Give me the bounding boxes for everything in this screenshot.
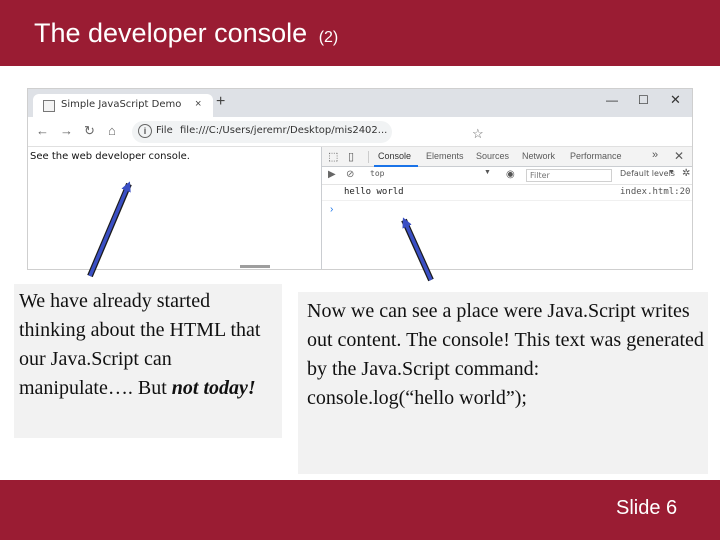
callout-right-body: Now we can see a place were Java.Script …: [307, 300, 704, 380]
callout-right: Now we can see a place were Java.Script …: [298, 292, 708, 474]
footer-bar: Slide 6: [0, 480, 720, 540]
callout-left-text: We have already started thinking about t…: [19, 287, 281, 403]
callout-left-emphasis: not today!: [171, 377, 256, 399]
right-arrow-fill: [402, 217, 433, 281]
left-arrow-fill: [88, 181, 131, 277]
slide-number: Slide 6: [616, 497, 678, 519]
callout-right-text: Now we can see a place were Java.Script …: [307, 297, 707, 413]
callout-left: We have already started thinking about t…: [14, 284, 282, 438]
callout-right-code: console.log(“hello world”);: [307, 387, 527, 409]
